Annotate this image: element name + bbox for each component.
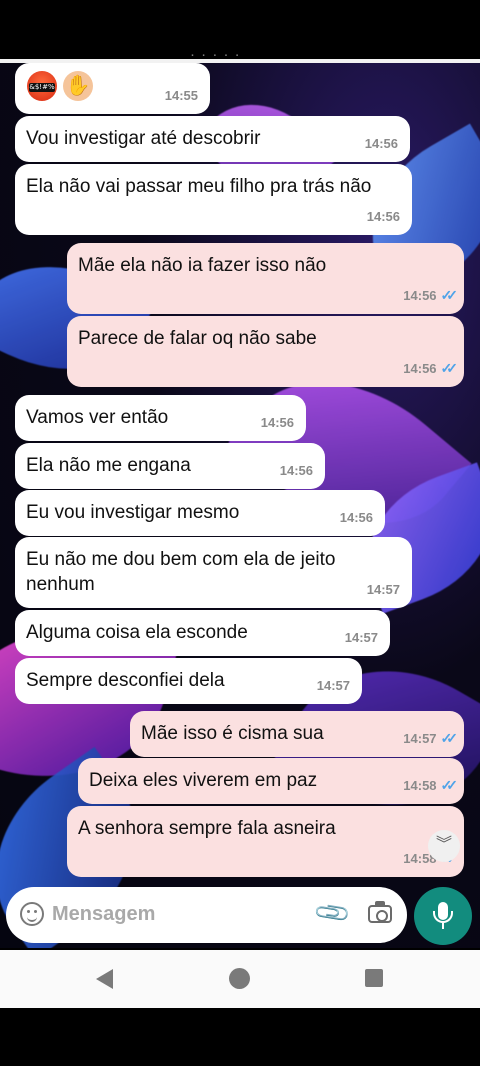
message-bubble-outgoing[interactable]: Deixa eles viverem em paz 14:58 ✓✓ (78, 758, 464, 804)
nav-recents-icon[interactable] (365, 969, 383, 987)
message-bubble-incoming[interactable]: Vamos ver então 14:56 (15, 395, 306, 441)
message-time: 14:56 (279, 463, 313, 478)
angry-face-icon: &$!#% (27, 71, 57, 101)
message-bubble-incoming[interactable]: Eu vou investigar mesmo 14:56 (15, 490, 385, 536)
message-bubble-outgoing[interactable]: Mãe ela não ia fazer isso não 14:56 ✓✓ (67, 243, 464, 314)
message-bubble-incoming[interactable]: Alguma coisa ela esconde 14:57 (15, 610, 390, 656)
read-ticks-icon: ✓✓ (440, 360, 459, 376)
message-time: 14:56 (339, 510, 373, 525)
message-time: 14:57 (344, 630, 378, 645)
message-bubble-incoming[interactable]: Ela não me engana 14:56 (15, 443, 325, 489)
camera-icon[interactable] (368, 901, 392, 923)
message-bubble-incoming[interactable]: Eu não me dou bem com ela de jeito nenhu… (15, 537, 412, 608)
message-bubble-outgoing[interactable]: Parece de falar oq não sabe 14:56 ✓✓ (67, 316, 464, 387)
chevron-double-down-icon[interactable]: ︾ (428, 830, 460, 862)
paperclip-icon[interactable]: 📎 (312, 893, 354, 934)
message-time: 14:56 (403, 288, 437, 303)
message-text: Parece de falar oq não sabe (78, 328, 317, 349)
message-text: Ela não vai passar meu filho pra trás nã… (26, 176, 372, 197)
system-nav-bar (0, 950, 480, 1008)
message-time: 14:57 (403, 731, 437, 746)
message-time: 14:55 (164, 88, 198, 103)
nav-back-icon[interactable] (96, 969, 113, 989)
message-time: 14:58 (403, 778, 437, 793)
smiley-icon[interactable] (20, 902, 44, 926)
message-text: Sempre desconfiei dela (26, 670, 225, 691)
nav-home-icon[interactable] (229, 968, 250, 989)
message-input[interactable]: Mensagem (52, 903, 155, 926)
read-ticks-icon: ✓✓ (440, 730, 459, 746)
message-bubble-outgoing[interactable]: A senhora sempre fala asneira 14:58✓✓ (67, 806, 464, 877)
bottom-bezel (0, 1008, 480, 1066)
message-text: Mãe ela não ia fazer isso não (78, 255, 327, 276)
message-bubble-incoming[interactable]: &$!#% ✋ 14:55 (15, 63, 210, 114)
message-bubble-outgoing[interactable]: Mãe isso é cisma sua 14:57 ✓✓ (130, 711, 464, 757)
message-time: 14:56 (260, 415, 294, 430)
message-text: Deixa eles viverem em paz (89, 770, 318, 791)
message-time: 14:56 (364, 136, 398, 151)
message-text: Alguma coisa ela esconde (26, 622, 248, 643)
message-time: 14:56 (403, 361, 437, 376)
microphone-icon[interactable] (414, 887, 472, 945)
message-text: Vou investigar até descobrir (26, 128, 261, 149)
message-text: Eu vou investigar mesmo (26, 502, 240, 523)
message-bubble-incoming[interactable]: Ela não vai passar meu filho pra trás nã… (15, 164, 412, 235)
message-time: 14:57 (366, 582, 400, 597)
message-text: Eu não me dou bem com ela de jeito nenhu… (26, 549, 336, 595)
read-ticks-icon: ✓✓ (440, 777, 459, 793)
message-composer[interactable]: Mensagem 📎 (6, 887, 407, 943)
read-ticks-icon: ✓✓ (440, 287, 459, 303)
message-bubble-incoming[interactable]: Vou investigar até descobrir 14:56 (15, 116, 410, 162)
message-text: Vamos ver então (26, 407, 169, 428)
message-time: 14:56 (366, 209, 400, 224)
message-time: 14:57 (316, 678, 350, 693)
chat-area[interactable]: &$!#% ✋ 14:55 Vou investigar até descobr… (0, 63, 480, 948)
message-text: Ela não me engana (26, 455, 191, 476)
message-text: A senhora sempre fala asneira (78, 818, 336, 839)
message-bubble-incoming[interactable]: Sempre desconfiei dela 14:57 (15, 658, 362, 704)
ok-hand-icon: ✋ (63, 71, 93, 101)
